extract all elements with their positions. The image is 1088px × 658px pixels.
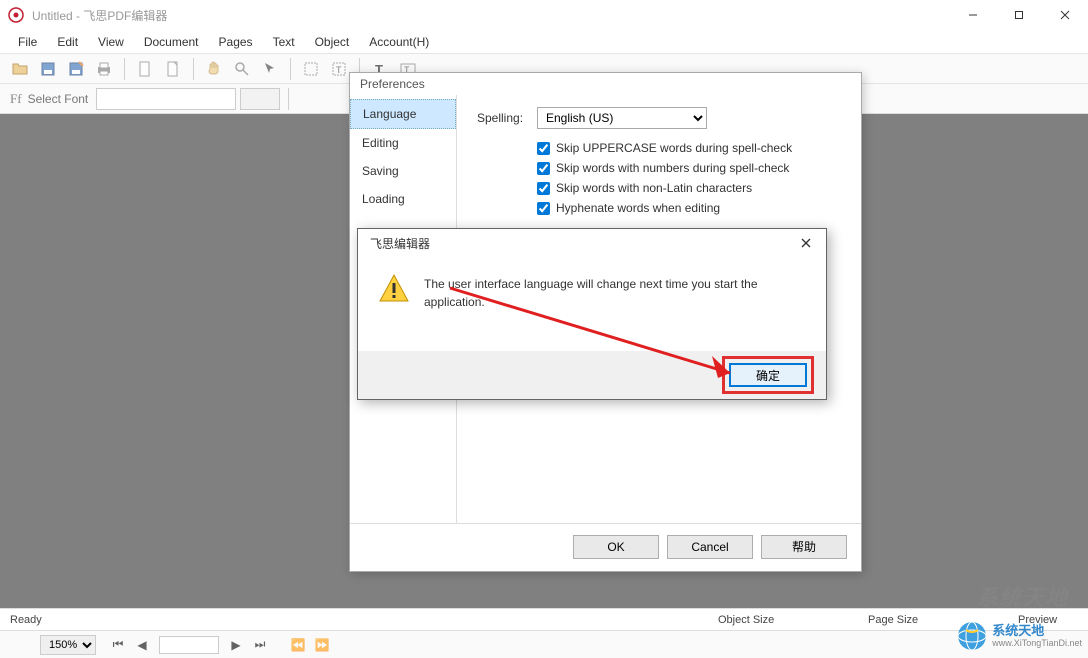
check-hyphenate[interactable]: Hyphenate words when editing xyxy=(537,201,841,215)
warning-icon xyxy=(378,273,410,305)
sidebar-item-language[interactable]: Language xyxy=(350,99,456,129)
maximize-button[interactable] xyxy=(996,0,1042,30)
check-skip-nonlatin[interactable]: Skip words with non-Latin characters xyxy=(537,181,841,195)
message-box-titlebar: 飞思编辑器 xyxy=(358,229,826,257)
first-page-button[interactable]: ⏮ xyxy=(109,636,127,654)
select-button[interactable] xyxy=(299,57,323,81)
help-button[interactable]: 帮助 xyxy=(761,535,847,559)
watermark: 系统天地 www.XiTongTianDi.net xyxy=(956,620,1082,652)
menu-view[interactable]: View xyxy=(88,32,134,52)
sidebar-item-editing[interactable]: Editing xyxy=(350,129,456,157)
ok-highlight: 确定 xyxy=(722,356,814,394)
watermark-faint: 系统天地 xyxy=(976,580,1068,612)
font-icon: Ff xyxy=(10,91,22,107)
window-title: Untitled - 飞思PDF编辑器 xyxy=(32,7,950,24)
check-skip-numbers[interactable]: Skip words with numbers during spell-che… xyxy=(537,161,841,175)
print-button[interactable] xyxy=(92,57,116,81)
zoom-button[interactable] xyxy=(230,57,254,81)
preferences-title: Preferences xyxy=(350,73,861,95)
save-button[interactable] xyxy=(36,57,60,81)
status-bar: Ready Object Size Page Size Preview xyxy=(0,608,1088,630)
message-box-close-button[interactable] xyxy=(794,233,818,253)
message-box-text: The user interface language will change … xyxy=(424,273,806,311)
close-button[interactable] xyxy=(1042,0,1088,30)
saveas-button[interactable] xyxy=(64,57,88,81)
menu-text[interactable]: Text xyxy=(263,32,305,52)
message-box-ok-button[interactable]: 确定 xyxy=(729,363,807,387)
message-box: 飞思编辑器 The user interface language will c… xyxy=(357,228,827,400)
menu-document[interactable]: Document xyxy=(134,32,209,52)
message-box-footer: 确定 xyxy=(358,351,826,399)
next-page-button[interactable]: ▶ xyxy=(227,636,245,654)
watermark-url: www.XiTongTianDi.net xyxy=(992,638,1082,649)
pointer-button[interactable] xyxy=(258,57,282,81)
toolbar-separator xyxy=(124,58,125,80)
status-ready: Ready xyxy=(10,614,42,626)
text-select-button[interactable]: T xyxy=(327,57,351,81)
font-select[interactable] xyxy=(96,88,236,110)
menu-file[interactable]: File xyxy=(8,32,47,52)
toolbar-separator xyxy=(288,88,289,110)
prev-page-button[interactable]: ◀ xyxy=(133,636,151,654)
last-page-button[interactable]: ⏭ xyxy=(251,636,269,654)
toolbar-separator xyxy=(193,58,194,80)
nav-back-button[interactable]: ⏪ xyxy=(289,636,307,654)
minimize-button[interactable] xyxy=(950,0,996,30)
svg-text:T: T xyxy=(336,65,342,75)
nav-bar: 150% ⏮ ◀ ▶ ⏭ ⏪ ⏩ xyxy=(0,630,1088,658)
spelling-label: Spelling: xyxy=(477,111,537,125)
toolbar-separator xyxy=(290,58,291,80)
watermark-title: 系统天地 xyxy=(992,623,1082,639)
app-icon xyxy=(8,7,24,23)
window-buttons xyxy=(950,0,1088,30)
spelling-select[interactable]: English (US) xyxy=(537,107,707,129)
font-select-label: Select Font xyxy=(28,92,89,106)
menubar: File Edit View Document Pages Text Objec… xyxy=(0,30,1088,54)
menu-pages[interactable]: Pages xyxy=(209,32,263,52)
menu-account[interactable]: Account(H) xyxy=(359,32,439,52)
preferences-footer: OK Cancel 帮助 xyxy=(350,523,861,569)
check-skip-uppercase[interactable]: Skip UPPERCASE words during spell-check xyxy=(537,141,841,155)
globe-icon xyxy=(956,620,988,652)
hand-button[interactable] xyxy=(202,57,226,81)
nav-forward-button[interactable]: ⏩ xyxy=(313,636,331,654)
open-button[interactable] xyxy=(8,57,32,81)
menu-edit[interactable]: Edit xyxy=(47,32,88,52)
ok-button[interactable]: OK xyxy=(573,535,659,559)
menu-object[interactable]: Object xyxy=(305,32,360,52)
size-select[interactable] xyxy=(240,88,280,110)
page2-button[interactable] xyxy=(161,57,185,81)
titlebar: Untitled - 飞思PDF编辑器 xyxy=(0,0,1088,30)
status-object-size: Object Size xyxy=(718,614,838,626)
page-input[interactable] xyxy=(159,636,219,654)
zoom-select[interactable]: 150% xyxy=(40,635,96,655)
page-button[interactable] xyxy=(133,57,157,81)
sidebar-item-loading[interactable]: Loading xyxy=(350,185,456,213)
sidebar-item-saving[interactable]: Saving xyxy=(350,157,456,185)
cancel-button[interactable]: Cancel xyxy=(667,535,753,559)
message-box-title: 飞思编辑器 xyxy=(370,235,430,252)
